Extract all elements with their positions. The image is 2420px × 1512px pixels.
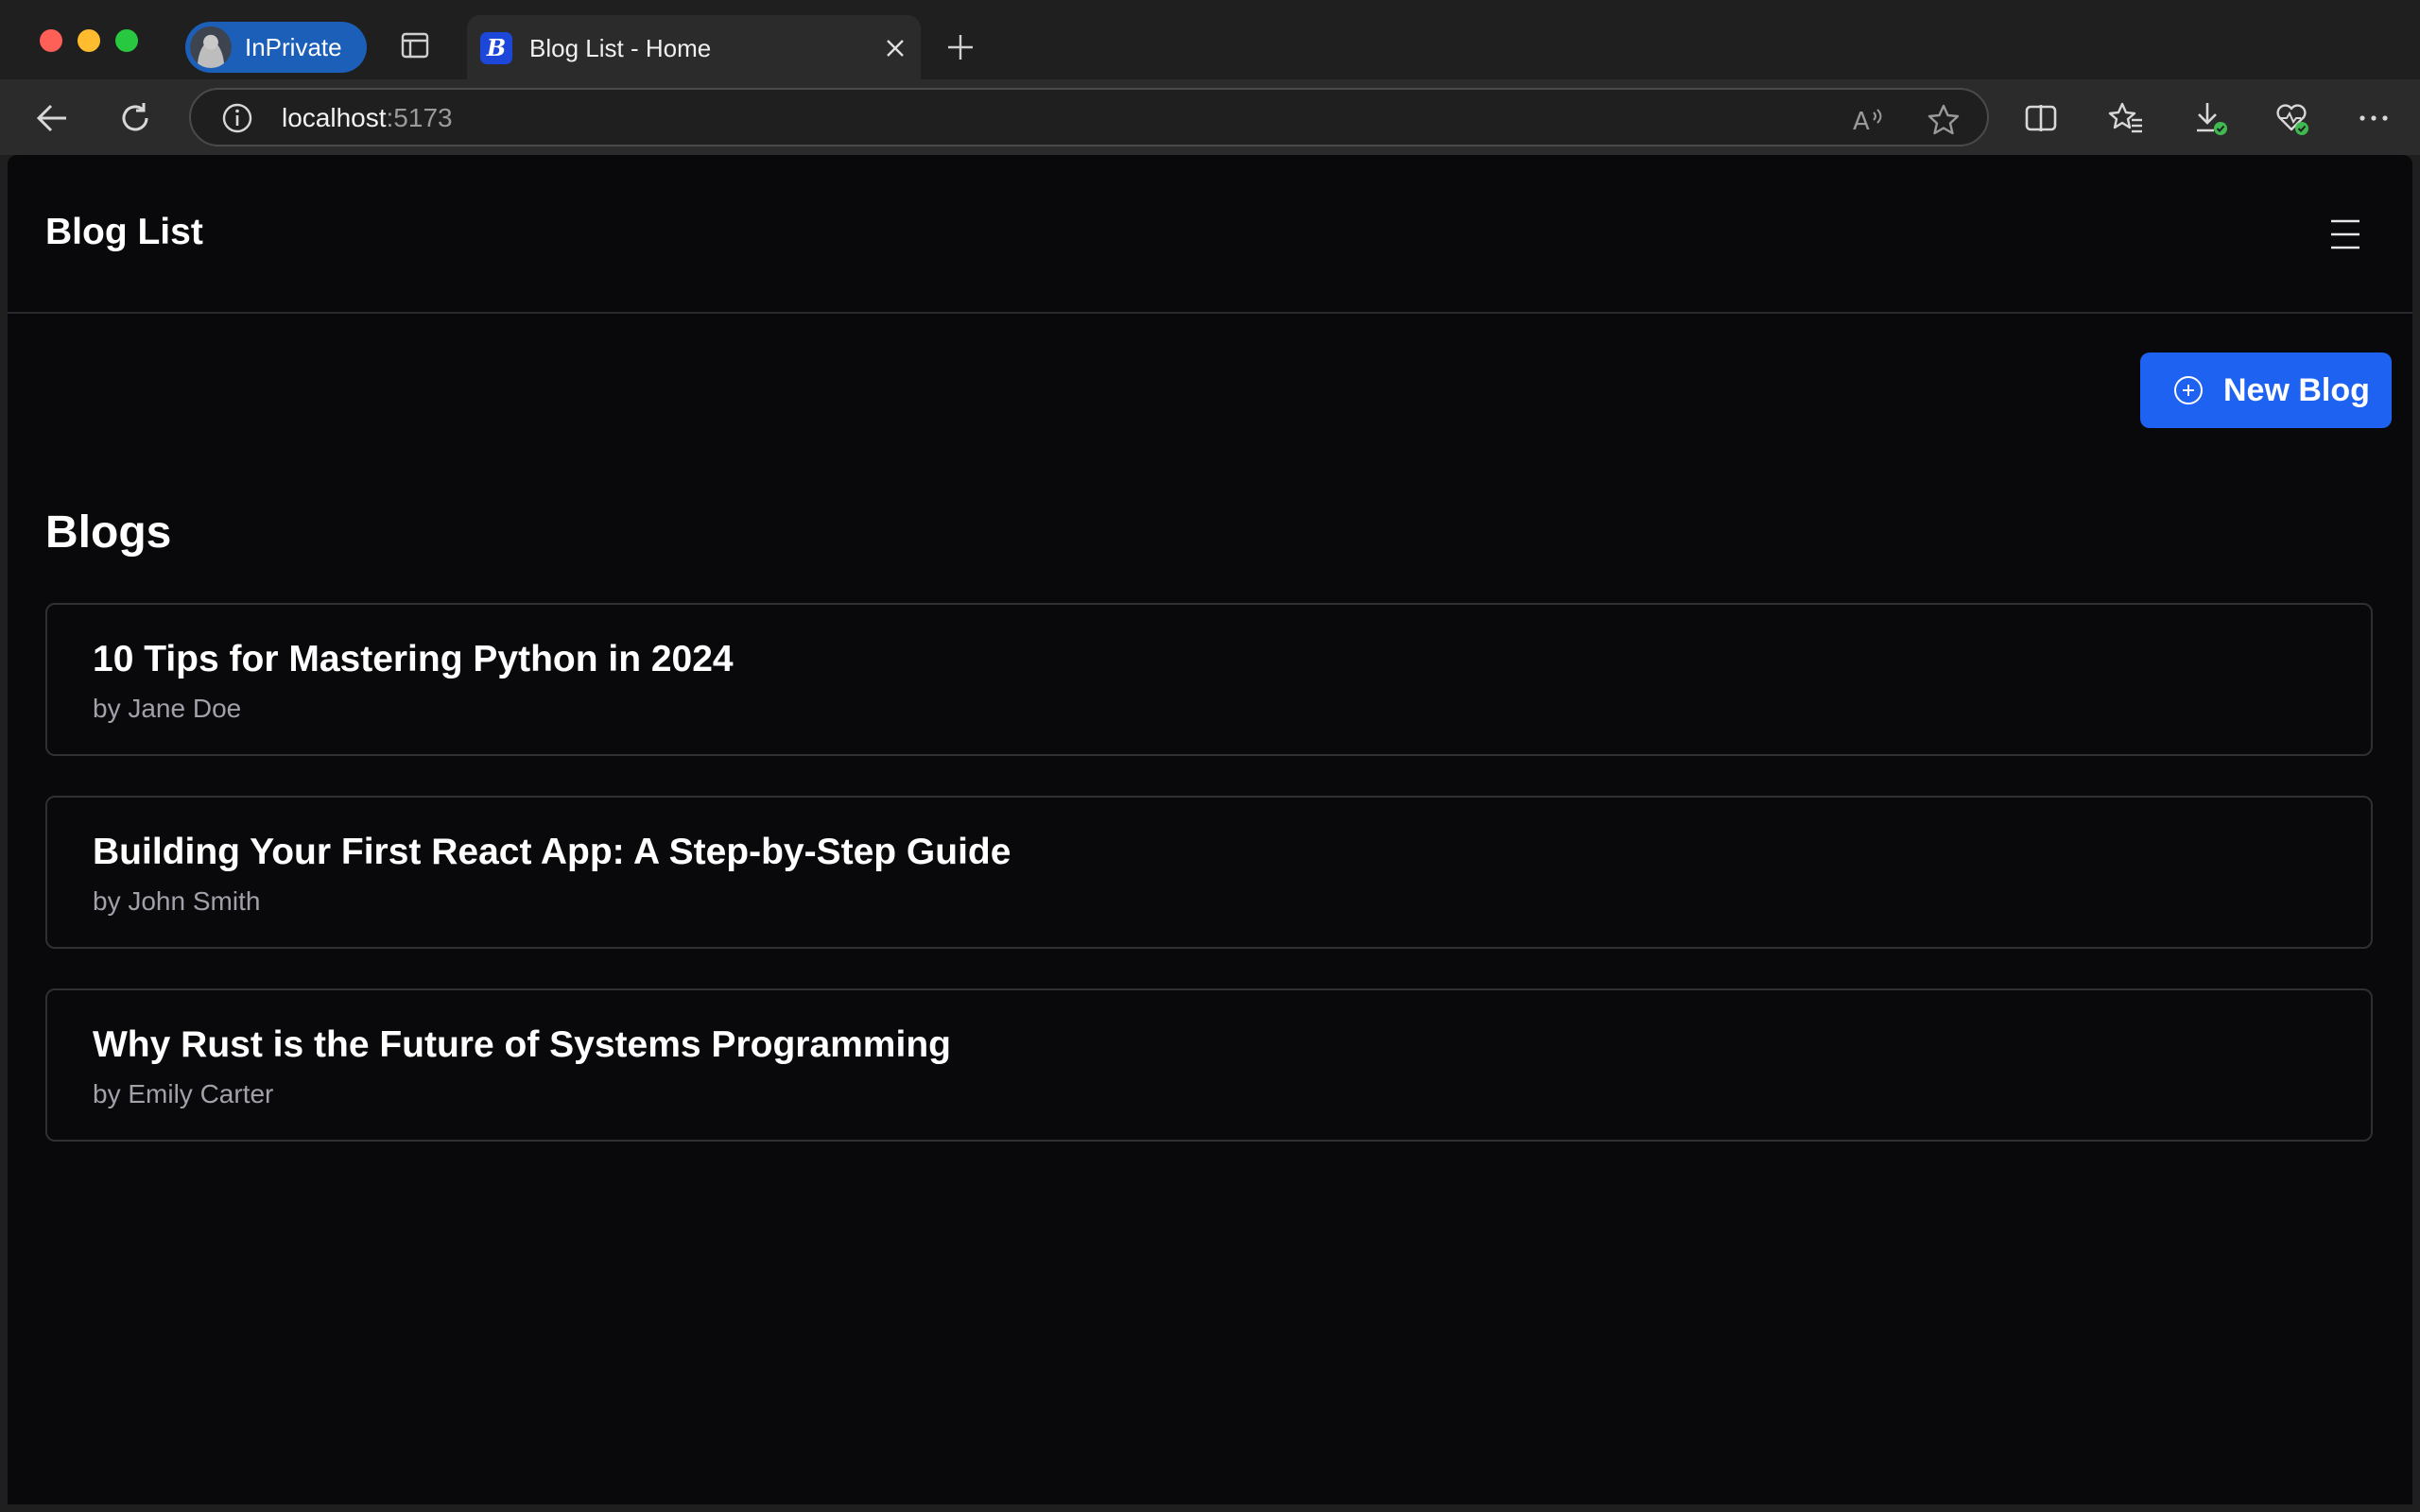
inprivate-profile-button[interactable]: InPrivate: [185, 22, 367, 73]
favorites-list-icon[interactable]: [2108, 100, 2144, 136]
minimize-window-button[interactable]: [78, 29, 100, 52]
close-tab-icon[interactable]: [883, 36, 908, 60]
close-window-button[interactable]: [40, 29, 62, 52]
tab-strip: InPrivate B Blog List - Home: [0, 0, 2420, 79]
refresh-icon[interactable]: [117, 100, 153, 136]
app-header: Blog List: [8, 155, 2412, 314]
blog-card[interactable]: 10 Tips for Mastering Python in 2024 by …: [45, 603, 2373, 756]
tab-title: Blog List - Home: [529, 34, 712, 62]
blog-list: 10 Tips for Mastering Python in 2024 by …: [45, 603, 2373, 1181]
section-title: Blogs: [45, 507, 172, 558]
hamburger-menu-icon[interactable]: [2329, 217, 2361, 251]
blog-author: by Jane Doe: [93, 694, 242, 723]
new-tab-icon[interactable]: [945, 32, 976, 62]
blog-author: by Emily Carter: [93, 1079, 274, 1108]
site-info-icon[interactable]: [221, 102, 253, 134]
blog-title[interactable]: Why Rust is the Future of Systems Progra…: [93, 1024, 951, 1066]
new-blog-button[interactable]: New Blog: [2140, 352, 2392, 428]
favorite-star-icon[interactable]: [1927, 103, 1961, 137]
downloads-icon[interactable]: [2193, 100, 2229, 136]
blog-author: by John Smith: [93, 886, 261, 916]
blog-title[interactable]: 10 Tips for Mastering Python in 2024: [93, 639, 734, 680]
blog-card[interactable]: Building Your First React App: A Step-by…: [45, 796, 2373, 949]
browser-toolbar: localhost:5173 A: [0, 79, 2420, 155]
back-arrow-icon[interactable]: [34, 100, 70, 136]
plus-circle-icon: [2174, 376, 2203, 404]
read-aloud-icon[interactable]: A: [1851, 103, 1885, 137]
tab-actions-icon[interactable]: [401, 32, 429, 59]
inprivate-label: InPrivate: [245, 32, 342, 61]
blog-title[interactable]: Building Your First React App: A Step-by…: [93, 832, 1011, 873]
blog-card[interactable]: Why Rust is the Future of Systems Progra…: [45, 988, 2373, 1142]
browser-window: InPrivate B Blog List - Home localhost:5…: [0, 0, 2420, 1512]
new-blog-label: New Blog: [2223, 371, 2370, 408]
site-favicon-icon: B: [480, 32, 512, 64]
address-bar[interactable]: localhost:5173 A: [189, 88, 1989, 146]
maximize-window-button[interactable]: [115, 29, 138, 52]
profile-avatar-icon: [190, 26, 232, 68]
more-options-icon[interactable]: [2356, 100, 2392, 136]
url-text: localhost:5173: [282, 103, 453, 132]
active-tab[interactable]: B Blog List - Home: [467, 15, 921, 79]
browser-essentials-icon[interactable]: [2274, 100, 2310, 136]
page-content: Blog List New Blog Blogs 10 Tips for Mas…: [8, 155, 2412, 1504]
brand-title[interactable]: Blog List: [45, 212, 203, 253]
svg-text:A: A: [1853, 108, 1870, 136]
split-screen-icon[interactable]: [2023, 100, 2059, 136]
